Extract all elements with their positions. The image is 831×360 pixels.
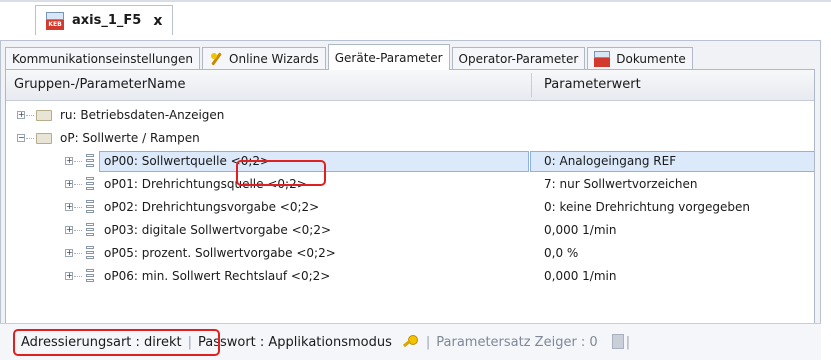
- document-tab-title: axis_1_F5: [72, 13, 142, 28]
- param-value[interactable]: 0,000 1/min: [544, 265, 616, 288]
- expand-icon[interactable]: +: [65, 226, 73, 234]
- tree-group-ru[interactable]: + ru: Betriebsdaten-Anzeigen: [6, 104, 814, 127]
- tab-geraete-parameter[interactable]: Geräte-Parameter: [327, 44, 450, 70]
- expand-icon[interactable]: +: [65, 249, 73, 257]
- tree-connector: [74, 253, 82, 255]
- param-name: oP06: min. Sollwert Rechtslauf <0;2>: [104, 269, 331, 283]
- column-header: Gruppen-/ParameterName Parameterwert: [6, 70, 814, 101]
- tree-connector: [74, 161, 82, 163]
- group-label: ru: Betriebsdaten-Anzeigen: [60, 108, 225, 122]
- param-name: oP05: prozent. Sollwertvorgabe <0;2>: [104, 246, 336, 260]
- tree-connector: [74, 184, 82, 186]
- parameter-icon: [85, 269, 95, 283]
- tab-label: Dokumente: [616, 51, 686, 66]
- collapse-icon[interactable]: −: [17, 134, 25, 142]
- param-row[interactable]: + oP06: min. Sollwert Rechtslauf <0;2> 0…: [6, 265, 814, 288]
- tab-dokumente[interactable]: Dokumente: [587, 47, 693, 69]
- tree-connector: [26, 115, 34, 117]
- parameter-panel: Kommunikationseinstellungen Online Wizar…: [0, 40, 821, 360]
- param-value[interactable]: 0,000 1/min: [544, 219, 616, 242]
- param-value[interactable]: 0: keine Drehrichtung vorgegeben: [544, 196, 750, 219]
- expand-icon[interactable]: +: [17, 111, 25, 119]
- wand-icon: [209, 52, 223, 66]
- status-separator: |: [625, 334, 631, 350]
- parameter-icon: [85, 223, 95, 237]
- folder-icon: [36, 110, 52, 121]
- keb-document-icon: KEB: [46, 11, 64, 30]
- param-row[interactable]: + oP01: Drehrichtungsquelle <0;2> 7: nur…: [6, 173, 814, 196]
- annotation-highlight: [13, 329, 220, 356]
- tab-label: Operator-Parameter: [458, 51, 579, 66]
- open-folder-icon: [36, 133, 52, 144]
- param-name: oP02: Drehrichtungsvorgabe <0;2>: [104, 200, 320, 214]
- tree-connector: [74, 230, 82, 232]
- annotation-highlight: [236, 160, 326, 186]
- tree-group-op[interactable]: − oP: Sollwerte / Rampen: [6, 127, 814, 150]
- status-bar: Adressierungsart : direkt | Passwort : A…: [0, 323, 821, 360]
- tree-connector: [26, 138, 34, 140]
- tab-label: Online Wizards: [229, 51, 319, 66]
- parameter-set-icon: [610, 334, 624, 350]
- param-value[interactable]: 7: nur Sollwertvorzeichen: [544, 173, 698, 196]
- tree-connector: [74, 207, 82, 209]
- close-icon[interactable]: x: [153, 13, 162, 29]
- tab-bar-top-border: [0, 0, 831, 2]
- param-value[interactable]: 0: Analogeingang REF: [544, 150, 676, 173]
- param-row[interactable]: + oP02: Drehrichtungsvorgabe <0;2> 0: ke…: [6, 196, 814, 219]
- expand-icon[interactable]: +: [65, 157, 73, 165]
- tree-connector: [74, 276, 82, 278]
- status-separator: |: [425, 334, 431, 350]
- tab-kommunikationseinstellungen[interactable]: Kommunikationseinstellungen: [5, 47, 201, 69]
- document-tab-bar: KEB axis_1_F5 x: [0, 0, 831, 40]
- keb-document-icon: [594, 50, 611, 67]
- parameter-icon: [85, 154, 95, 168]
- expand-icon[interactable]: +: [65, 180, 73, 188]
- parameter-icon: [85, 177, 95, 191]
- column-header-name[interactable]: Gruppen-/ParameterName: [14, 70, 185, 100]
- parameter-set-pointer[interactable]: Parametersatz Zeiger : 0: [432, 335, 601, 350]
- tab-label: Kommunikationseinstellungen: [12, 51, 194, 66]
- group-label: oP: Sollwerte / Rampen: [60, 131, 200, 145]
- param-row[interactable]: + oP03: digitale Sollwertvorgabe <0;2> 0…: [6, 219, 814, 242]
- expand-icon[interactable]: +: [65, 203, 73, 211]
- password-mode[interactable]: Passwort : Applikationsmodus: [194, 335, 396, 350]
- key-icon[interactable]: [402, 334, 418, 350]
- column-header-value[interactable]: Parameterwert: [544, 70, 641, 100]
- tree-rows: + ru: Betriebsdaten-Anzeigen − oP: Sollw…: [6, 100, 814, 288]
- parameter-icon: [85, 200, 95, 214]
- parameter-tree-view[interactable]: Gruppen-/ParameterName Parameterwert + r…: [5, 69, 815, 359]
- tab-operator-parameter[interactable]: Operator-Parameter: [451, 47, 586, 69]
- param-row[interactable]: + oP00: Sollwertquelle <0;2> 0: Analogei…: [6, 150, 814, 173]
- document-tab[interactable]: KEB axis_1_F5 x: [35, 5, 173, 35]
- param-name: oP03: digitale Sollwertvorgabe <0;2>: [104, 223, 332, 237]
- tab-label: Geräte-Parameter: [334, 50, 443, 65]
- parameter-icon: [85, 246, 95, 260]
- column-divider[interactable]: [531, 73, 532, 97]
- tab-online-wizards[interactable]: Online Wizards: [202, 47, 326, 69]
- expand-icon[interactable]: +: [65, 272, 73, 280]
- param-value[interactable]: 0,0 %: [544, 242, 578, 265]
- param-row[interactable]: + oP05: prozent. Sollwertvorgabe <0;2> 0…: [6, 242, 814, 265]
- tab-row: Kommunikationseinstellungen Online Wizar…: [5, 43, 695, 70]
